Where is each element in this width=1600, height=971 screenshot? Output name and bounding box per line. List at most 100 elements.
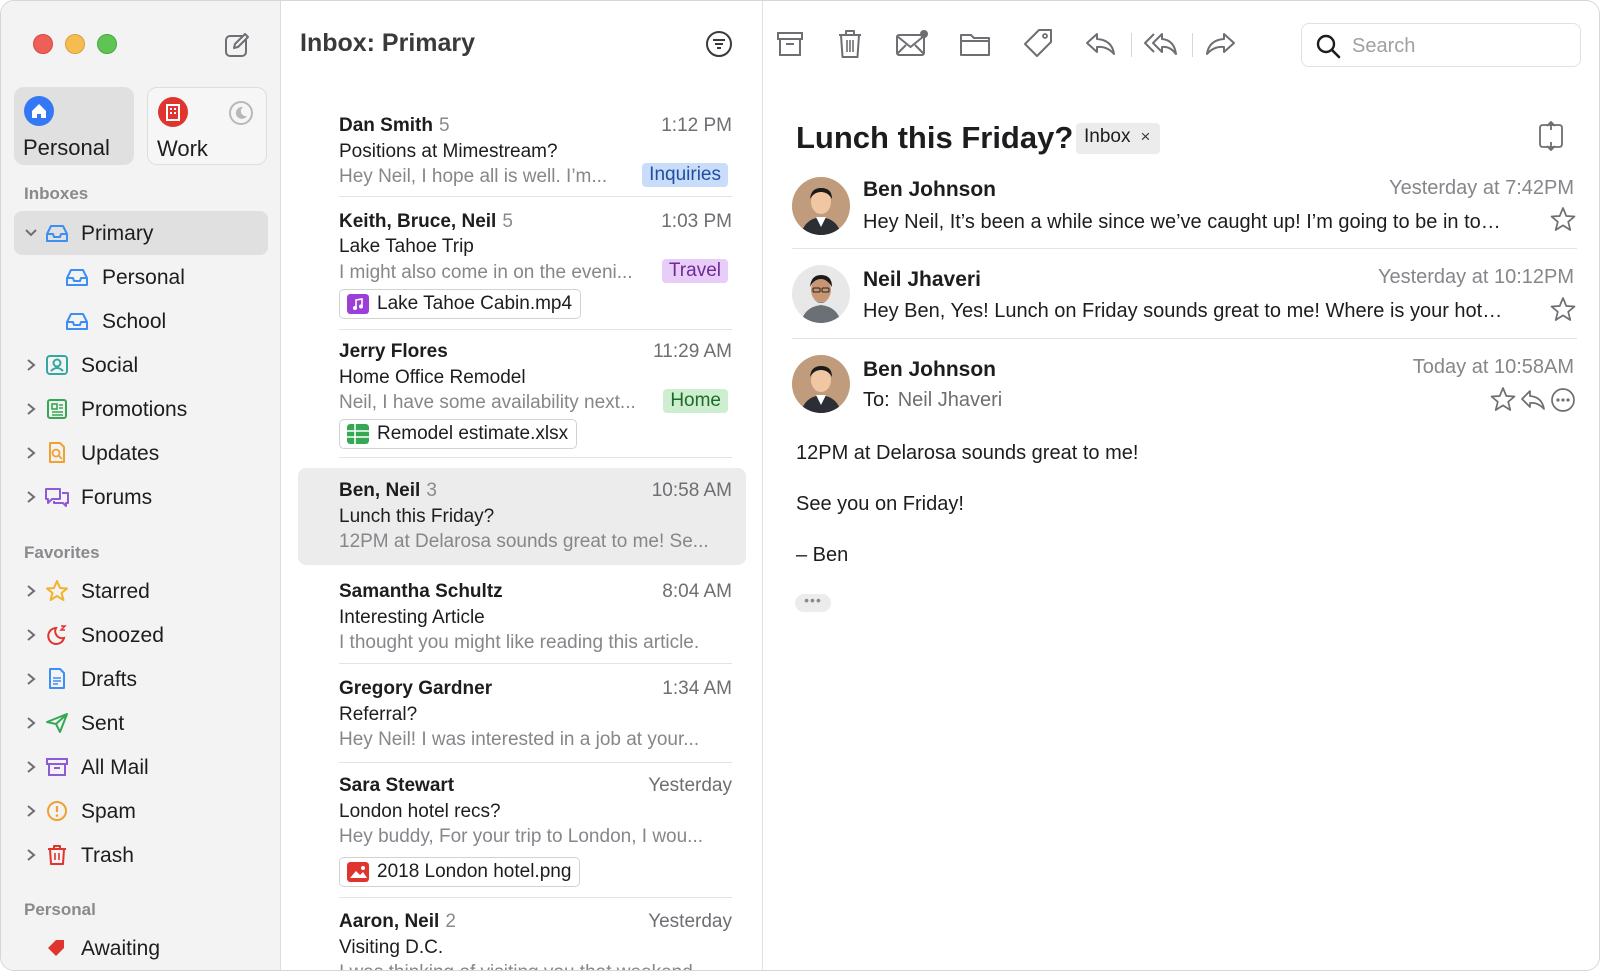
attachment-chip[interactable]: 2018 London hotel.png bbox=[339, 857, 581, 887]
trash-icon[interactable] bbox=[832, 27, 868, 61]
archive-icon[interactable] bbox=[772, 27, 808, 61]
chevron-right-icon[interactable] bbox=[24, 847, 38, 863]
list-item[interactable]: Sara Stewart Yesterday London hotel recs… bbox=[298, 763, 746, 898]
attachment-chip[interactable]: Lake Tahoe Cabin.mp4 bbox=[339, 289, 582, 319]
list-item[interactable]: Dan Smith 5 1:12 PM Positions at Mimestre… bbox=[298, 105, 746, 197]
timestamp: 10:58 AM bbox=[651, 480, 732, 501]
sidebar-item-school[interactable]: School bbox=[14, 299, 268, 343]
sender: Sara Stewart bbox=[339, 775, 460, 797]
sidebar-item-updates[interactable]: Updates bbox=[14, 431, 268, 475]
search-bar[interactable] bbox=[1301, 23, 1581, 67]
mark-unread-icon[interactable] bbox=[894, 27, 930, 61]
sidebar-item-drafts[interactable]: Drafts bbox=[14, 657, 268, 701]
sender: Dan Smith 5 bbox=[339, 115, 450, 137]
sidebar-item-promotions[interactable]: Promotions bbox=[14, 387, 268, 431]
chevron-right-icon[interactable] bbox=[24, 445, 38, 461]
more-options-icon[interactable] bbox=[1549, 386, 1577, 414]
expand-icon[interactable] bbox=[1537, 121, 1565, 151]
timestamp: Yesterday bbox=[648, 911, 732, 932]
inbox-icon bbox=[66, 269, 88, 286]
attachment-chip[interactable]: Remodel estimate.xlsx bbox=[339, 419, 578, 449]
thread-count: 5 bbox=[438, 115, 450, 136]
minimize-window-button[interactable] bbox=[65, 34, 85, 54]
sidebar-item-trash[interactable]: Trash bbox=[14, 833, 268, 877]
sidebar-item-social[interactable]: Social bbox=[14, 343, 268, 387]
account-work-badge bbox=[158, 97, 188, 127]
inbox-label-chip[interactable]: Inbox × bbox=[1076, 123, 1161, 154]
list-item[interactable]: Jerry Flores 11:29 AM Home Office Remode… bbox=[298, 332, 746, 458]
chevron-right-icon[interactable] bbox=[24, 715, 38, 731]
snippet: Hey Neil, It’s been a while since we’ve … bbox=[863, 211, 1513, 233]
timestamp: Yesterday bbox=[648, 775, 732, 796]
remove-label-button[interactable]: × bbox=[1140, 127, 1150, 146]
chevron-right-icon[interactable] bbox=[24, 489, 38, 505]
subject: Lunch this Friday? bbox=[339, 506, 495, 527]
search-input[interactable] bbox=[1352, 32, 1567, 60]
chevron-right-icon[interactable] bbox=[24, 759, 38, 775]
subject: London hotel recs? bbox=[339, 801, 501, 822]
sidebar-item-label: School bbox=[102, 310, 167, 333]
label-tag[interactable]: Home bbox=[663, 389, 728, 413]
divider bbox=[339, 196, 732, 197]
forward-icon[interactable] bbox=[1202, 27, 1238, 61]
list-item[interactable]: Samantha Schultz 8:04 AM Interesting Art… bbox=[298, 569, 746, 664]
zoom-window-button[interactable] bbox=[97, 34, 117, 54]
sender-name: Ben Johnson bbox=[863, 358, 997, 381]
reply-icon[interactable] bbox=[1083, 27, 1119, 61]
chevron-right-icon[interactable] bbox=[24, 627, 38, 643]
label-tag[interactable]: Travel bbox=[661, 259, 728, 283]
show-trimmed-content-button[interactable]: ••• bbox=[795, 593, 831, 612]
sidebar-item-forums[interactable]: Forums bbox=[14, 475, 268, 519]
label-tag[interactable]: Inquiries bbox=[642, 163, 728, 187]
close-window-button[interactable] bbox=[33, 34, 53, 54]
sidebar-item-starred[interactable]: Starred bbox=[14, 569, 268, 613]
account-work[interactable]: Work bbox=[147, 87, 267, 165]
chevron-right-icon[interactable] bbox=[24, 671, 38, 687]
sidebar-item-all-mail[interactable]: All Mail bbox=[14, 745, 268, 789]
favorites-heading: Favorites bbox=[24, 543, 100, 562]
chevron-right-icon[interactable] bbox=[24, 803, 38, 819]
message-list: Inbox: Primary Dan Smith 5 1:12 PM Positi… bbox=[282, 1, 763, 970]
trash-icon bbox=[48, 845, 66, 865]
list-item[interactable]: Aaron, Neil2 Yesterday Visiting D.C. I w… bbox=[298, 899, 746, 970]
sidebar-item-awaiting[interactable]: Awaiting bbox=[14, 926, 268, 970]
preview: I was thinking of visiting you that week… bbox=[339, 962, 734, 970]
preview: Hey buddy, For your trip to London, I wo… bbox=[339, 826, 704, 847]
chevron-right-icon[interactable] bbox=[24, 583, 38, 599]
chevron-right-icon[interactable] bbox=[24, 357, 38, 373]
timestamp: 8:04 AM bbox=[662, 581, 732, 602]
star-icon[interactable] bbox=[1489, 386, 1517, 414]
list-item[interactable]: Keith, Bruce, Neil 5 1:03 PM Lake Tahoe T… bbox=[298, 199, 746, 330]
preview: Hey Neil, I hope all is well. I’m... bbox=[339, 166, 608, 187]
account-personal-badge bbox=[24, 96, 54, 126]
avatar bbox=[792, 265, 850, 323]
attachment-name: Lake Tahoe Cabin.mp4 bbox=[377, 293, 573, 314]
sidebar-item-label: Drafts bbox=[81, 668, 138, 691]
moon-icon[interactable] bbox=[228, 100, 254, 126]
sidebar-item-label: Promotions bbox=[81, 398, 188, 421]
star-icon[interactable] bbox=[1549, 296, 1577, 324]
thread-message[interactable]: Neil Jhaveri Yesterday at 10:12PM Hey Be… bbox=[792, 265, 1577, 339]
reply-all-icon[interactable] bbox=[1142, 27, 1178, 61]
sidebar-item-snoozed[interactable]: Snoozed bbox=[14, 613, 268, 657]
star-icon[interactable] bbox=[1549, 206, 1577, 234]
compose-icon[interactable] bbox=[223, 31, 251, 59]
timestamp: 1:03 PM bbox=[661, 211, 732, 232]
thread-message[interactable]: Ben Johnson Yesterday at 7:42PM Hey Neil… bbox=[792, 177, 1577, 249]
chevron-right-icon[interactable] bbox=[24, 401, 38, 417]
filter-icon[interactable] bbox=[704, 29, 734, 59]
label-tag-icon[interactable] bbox=[1020, 27, 1056, 61]
reply-icon[interactable] bbox=[1519, 386, 1547, 414]
sidebar-item-spam[interactable]: Spam bbox=[14, 789, 268, 833]
chevron-down-icon[interactable] bbox=[24, 225, 38, 241]
music-file-icon bbox=[347, 294, 369, 314]
thread-count: 3 bbox=[426, 480, 437, 501]
list-item-selected[interactable]: Ben, Neil 3 10:58 AM Lunch this Friday? 1… bbox=[298, 468, 746, 565]
sidebar-item-personal[interactable]: Personal bbox=[14, 255, 268, 299]
account-personal[interactable]: Personal bbox=[14, 87, 134, 165]
document-search-icon bbox=[49, 442, 65, 463]
sidebar-item-sent[interactable]: Sent bbox=[14, 701, 268, 745]
move-to-folder-icon[interactable] bbox=[957, 27, 993, 61]
sidebar-item-primary[interactable]: Primary bbox=[14, 211, 268, 255]
list-item[interactable]: Gregory Gardner 1:34 AM Referral? Hey Ne… bbox=[298, 666, 746, 763]
